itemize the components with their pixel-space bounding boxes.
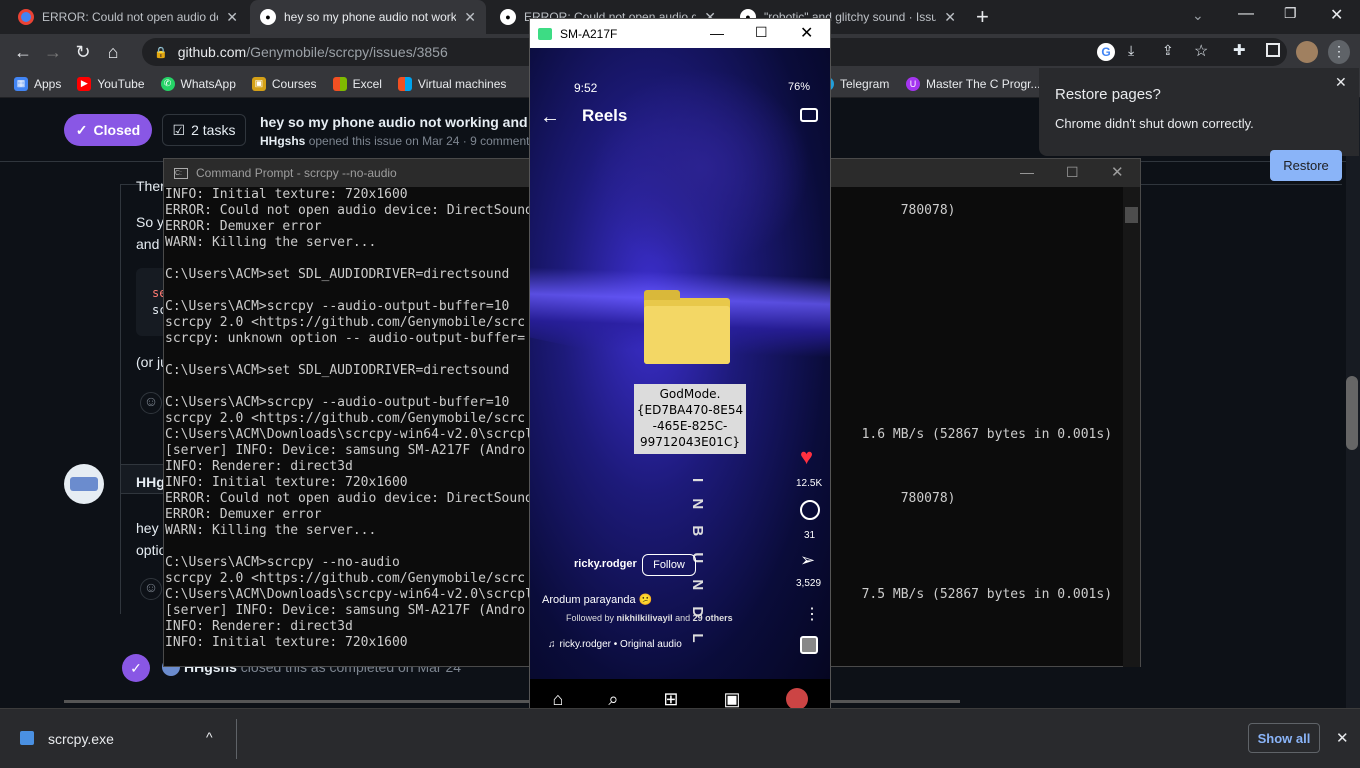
follow-button[interactable]: Follow [642, 554, 696, 576]
scrcpy-phone-window: SM-A217F — ☐ ✕ 9:52 76% ← Reels GodMode.… [529, 18, 831, 720]
cmd-scrollbar[interactable] [1123, 187, 1140, 667]
close-icon[interactable]: ✕ [800, 23, 813, 43]
close-download-bar-icon[interactable]: ✕ [1336, 729, 1349, 747]
checklist-icon: ☑ [172, 121, 186, 138]
apps-grid-icon: ▦ [14, 76, 28, 91]
share-icon[interactable]: ⇪ [1162, 42, 1174, 59]
close-tab-icon[interactable]: ✕ [944, 9, 956, 26]
camera-icon[interactable] [800, 108, 818, 122]
home-icon[interactable]: ⌂ [98, 37, 128, 67]
profile-avatar[interactable] [785, 688, 808, 710]
add-reaction-icon[interactable]: ☺ [140, 392, 162, 414]
issue-title: hey so my phone audio not working and it [260, 114, 541, 130]
github-icon: ● [260, 9, 276, 25]
exe-file-icon [20, 731, 34, 745]
closed-check-icon: ✓ [122, 654, 150, 682]
close-icon[interactable]: ✕ [1111, 163, 1124, 181]
home-icon[interactable]: ⌂ [552, 689, 563, 710]
minimize-icon[interactable]: — [1020, 164, 1034, 180]
more-options-icon[interactable]: ⋮ [804, 604, 820, 624]
close-tab-icon[interactable]: ✕ [464, 9, 476, 26]
profile-avatar[interactable] [1296, 41, 1318, 63]
followed-by: Followed by nikhilkilivayil and 29 other… [566, 613, 733, 623]
status-badge: ✓ Closed [64, 114, 152, 146]
youtube-icon: ▶ [77, 76, 92, 91]
chrome-red-icon [18, 9, 34, 25]
avatar[interactable] [64, 464, 104, 504]
install-icon[interactable]: ⤓ [1128, 42, 1134, 59]
side-panel-icon[interactable] [1266, 43, 1280, 57]
original-audio[interactable]: ♫ ricky.rodger • Original audio [548, 639, 682, 650]
bookmark-courses[interactable]: ▣ Courses [251, 76, 317, 91]
minimize-icon[interactable]: — [710, 25, 724, 41]
code-block [136, 268, 166, 336]
bookmark-whatsapp[interactable]: ✆ WhatsApp [160, 76, 236, 91]
reel-video[interactable]: 9:52 76% ← Reels GodMode. {ED7BA470-8E54… [530, 48, 830, 690]
android-icon [538, 27, 552, 40]
restore-button[interactable]: Restore [1270, 150, 1342, 181]
closed-check-icon: ✓ [75, 121, 88, 138]
google-icon[interactable]: G [1097, 43, 1115, 61]
issue-meta: HHgshs opened this issue on Mar 24 · 9 c… [260, 134, 536, 148]
whatsapp-icon: ✆ [160, 76, 175, 91]
tasks-button[interactable]: ☑ 2 tasks [162, 114, 246, 146]
restore-window-icon[interactable]: ❐ [1284, 5, 1297, 22]
folder-icon [644, 290, 730, 364]
new-tab-button[interactable]: + [976, 4, 989, 30]
back-icon[interactable]: ← [8, 37, 38, 67]
cmd-scroll-thumb[interactable] [1125, 207, 1138, 223]
github-icon: ● [500, 9, 516, 25]
tab-error-audio[interactable]: ERROR: Could not open audio de ✕ [8, 0, 248, 34]
udemy-icon: U [906, 77, 920, 91]
microsoft-icon [332, 76, 347, 91]
download-bar: scrcpy.exe ^ Show all ✕ [0, 708, 1360, 768]
tab-search-icon[interactable]: ⌄ [1192, 7, 1204, 24]
folder-label: GodMode. {ED7BA470-8E54 -465E-825C- 9971… [634, 384, 746, 454]
extensions-icon[interactable]: ✚ [1233, 41, 1246, 59]
page-scrollbar-thumb[interactable] [1346, 376, 1358, 450]
close-window-icon[interactable]: ✕ [1330, 5, 1343, 25]
bookmark-star-icon[interactable]: ☆ [1194, 41, 1208, 61]
bookmark-master-c[interactable]: U Master The C Progr... [906, 77, 1041, 91]
bookmark-virtual-machines[interactable]: Virtual machines [397, 76, 506, 91]
reload-icon[interactable]: ↻ [68, 37, 98, 67]
tab-issue-3856[interactable]: ● hey so my phone audio not work ✕ [250, 0, 486, 34]
audio-thumbnail[interactable] [800, 636, 818, 654]
like-heart-icon[interactable]: ♥ [800, 444, 813, 470]
forward-icon[interactable]: → [38, 37, 68, 67]
minimize-icon[interactable]: — [1238, 5, 1254, 23]
bookmark-apps[interactable]: ▦ Apps [14, 76, 61, 91]
microsoft-icon [397, 76, 412, 91]
music-note-icon: ♫ [548, 639, 556, 650]
create-icon[interactable]: ⊞ [663, 689, 678, 710]
maximize-icon[interactable]: ☐ [755, 24, 768, 41]
comment-icon[interactable] [800, 500, 820, 520]
lock-icon: 🔒 [154, 46, 168, 59]
reels-icon[interactable]: ▣ [724, 689, 741, 710]
show-all-button[interactable]: Show all [1248, 723, 1320, 753]
close-popup-icon[interactable]: ✕ [1335, 74, 1347, 91]
add-reaction-icon[interactable]: ☺ [140, 578, 162, 600]
bookmark-youtube[interactable]: ▶ YouTube [77, 76, 145, 91]
share-send-icon[interactable]: ➢ [800, 550, 815, 571]
bookmark-excel[interactable]: Excel [332, 76, 382, 91]
maximize-icon[interactable]: ☐ [1066, 164, 1079, 181]
menu-icon[interactable]: ⋮ [1328, 40, 1350, 64]
close-tab-icon[interactable]: ✕ [226, 9, 238, 26]
chevron-up-icon[interactable]: ^ [206, 729, 213, 745]
search-icon[interactable]: ⌕ [608, 689, 618, 710]
cmd-icon: C: [174, 167, 188, 179]
phone-titlebar[interactable]: SM-A217F — ☐ ✕ [530, 19, 830, 48]
restore-pages-popup: Restore pages? Chrome didn't shut down c… [1039, 68, 1359, 156]
courses-icon: ▣ [251, 76, 266, 91]
back-arrow-icon[interactable]: ← [540, 106, 560, 129]
